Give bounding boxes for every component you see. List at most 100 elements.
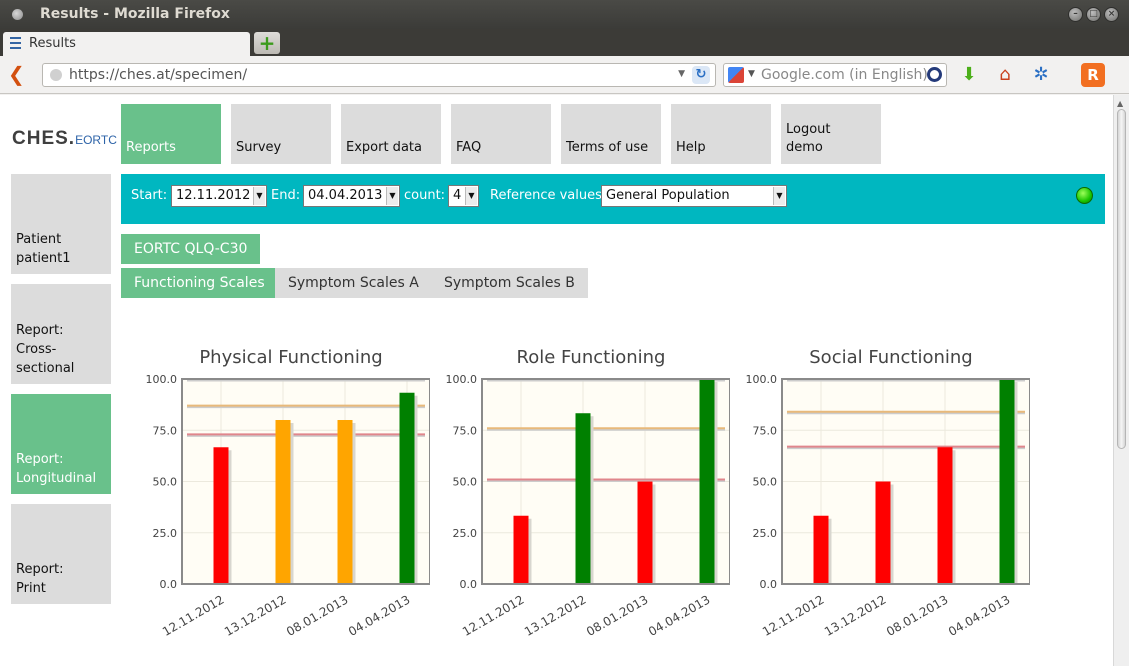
- x-tick-label: 04.04.2013: [946, 592, 1013, 638]
- search-bar[interactable]: ▼ Google.com (in English): [723, 63, 947, 87]
- bar: [399, 392, 415, 584]
- reference-values-value: General Population: [606, 188, 730, 203]
- search-icon[interactable]: [927, 67, 942, 82]
- new-tab-button[interactable]: +: [254, 32, 280, 54]
- end-date-select[interactable]: 04.04.2013 ▼: [303, 185, 400, 207]
- chevron-down-icon: ▼: [465, 187, 477, 205]
- y-tick-label: 0.0: [460, 578, 478, 591]
- home-icon[interactable]: ⌂: [993, 63, 1017, 87]
- x-tick-label: 13.12.2012: [222, 592, 289, 638]
- side-report-longitudinal[interactable]: Report: Longitudinal: [11, 394, 111, 494]
- search-engine-icon[interactable]: [728, 67, 744, 83]
- x-tick-label: 08.01.2013: [884, 592, 951, 638]
- side-print-line1: Report:: [16, 562, 64, 577]
- start-label: Start:: [131, 188, 168, 203]
- y-tick-label: 50.0: [753, 476, 778, 489]
- chevron-down-icon: ▼: [386, 187, 398, 205]
- chevron-down-icon: ▼: [253, 187, 265, 205]
- logo-eortc-text: EORTC: [75, 133, 117, 147]
- y-tick-label: 0.0: [160, 578, 178, 591]
- download-arrow-icon[interactable]: ⬇: [957, 63, 981, 87]
- vertical-scrollbar[interactable]: ▲: [1113, 95, 1129, 666]
- x-tick-label: 04.04.2013: [346, 592, 413, 638]
- addon-r-icon[interactable]: R: [1081, 63, 1105, 87]
- bar: [937, 447, 953, 584]
- network-icon[interactable]: ✲: [1029, 63, 1053, 87]
- bar: [213, 447, 229, 584]
- search-input[interactable]: Google.com (in English): [761, 67, 928, 83]
- count-select[interactable]: 4 ▼: [448, 185, 479, 207]
- x-tick-label: 12.11.2012: [760, 592, 827, 638]
- side-patient-line1: Patient: [16, 232, 62, 247]
- side-patient-line2: patient1: [16, 251, 71, 266]
- count-value: 4: [453, 188, 462, 203]
- scrollbar-thumb[interactable]: [1117, 109, 1126, 449]
- web-page: CHES.EORTC Reports Survey Export data FA…: [0, 95, 1113, 666]
- y-tick-label: 25.0: [453, 527, 478, 540]
- y-tick-label: 25.0: [153, 527, 178, 540]
- tab-functioning-scales[interactable]: Functioning Scales: [121, 268, 278, 298]
- count-label: count:: [404, 188, 446, 203]
- url-bar[interactable]: https://ches.at/specimen/ ▼ ↻: [42, 63, 716, 87]
- y-tick-label: 0.0: [760, 578, 778, 591]
- bar: [337, 420, 353, 584]
- y-tick-label: 50.0: [153, 476, 178, 489]
- nav-terms-of-use[interactable]: Terms of use: [561, 104, 661, 164]
- side-longitudinal-line2: Longitudinal: [16, 471, 97, 486]
- nav-export-data-label: Export data: [346, 140, 422, 155]
- bar: [813, 515, 829, 584]
- tab-symptom-scales-a[interactable]: Symptom Scales A: [275, 268, 432, 298]
- back-arrow-icon[interactable]: ❮: [8, 64, 28, 84]
- bar: [699, 379, 715, 584]
- y-tick-label: 75.0: [153, 424, 178, 437]
- maximize-icon[interactable]: □: [1086, 7, 1101, 22]
- side-cross-line3: sectional: [16, 361, 75, 376]
- nav-reports[interactable]: Reports: [121, 104, 221, 164]
- nav-survey[interactable]: Survey: [231, 104, 331, 164]
- minimize-icon[interactable]: –: [1068, 7, 1083, 22]
- nav-logout[interactable]: Logout demo: [781, 104, 881, 164]
- window-titlebar: Results - Mozilla Firefox – □ ×: [0, 0, 1129, 29]
- tab-symptom-scales-b[interactable]: Symptom Scales B: [431, 268, 588, 298]
- side-cross-label: Report: Cross-sectional: [16, 321, 74, 378]
- url-text[interactable]: https://ches.at/specimen/: [69, 67, 247, 83]
- x-tick-label: 08.01.2013: [284, 592, 351, 638]
- side-cross-line2: Cross-: [16, 342, 57, 357]
- ches-eortc-logo[interactable]: CHES.EORTC: [12, 128, 117, 152]
- chevron-down-icon: ▼: [773, 187, 785, 205]
- nav-survey-label: Survey: [236, 140, 282, 155]
- nav-faq[interactable]: FAQ: [451, 104, 551, 164]
- side-report-cross-sectional[interactable]: Report: Cross-sectional: [11, 284, 111, 384]
- nav-terms-label: Terms of use: [566, 140, 649, 155]
- side-report-print[interactable]: Report: Print: [11, 504, 111, 604]
- bar: [999, 379, 1015, 584]
- nav-faq-label: FAQ: [456, 140, 482, 155]
- filter-bar: Start: 12.11.2012 ▼ End: 04.04.2013 ▼ coun…: [121, 174, 1105, 224]
- nav-logout-label: Logout demo: [786, 121, 831, 157]
- close-icon[interactable]: ×: [1104, 7, 1119, 22]
- x-tick-label: 08.01.2013: [584, 592, 651, 638]
- url-history-dropdown-icon[interactable]: ▼: [678, 69, 685, 79]
- window-menu-icon[interactable]: [12, 9, 23, 20]
- search-engine-dropdown-icon[interactable]: ▼: [748, 69, 755, 79]
- y-tick-label: 25.0: [753, 527, 778, 540]
- nav-export-data[interactable]: Export data: [341, 104, 441, 164]
- x-tick-label: 13.12.2012: [822, 592, 889, 638]
- reload-icon[interactable]: ↻: [692, 66, 710, 84]
- page-list-icon: [10, 37, 21, 50]
- tab-eortc-qlq-c30[interactable]: EORTC QLQ-C30: [121, 234, 261, 264]
- browser-tab-label: Results: [29, 36, 76, 51]
- nav-reports-label: Reports: [126, 140, 176, 155]
- y-tick-label: 75.0: [453, 424, 478, 437]
- bar: [637, 481, 653, 584]
- scroll-up-icon[interactable]: ▲: [1117, 99, 1123, 108]
- start-date-select[interactable]: 12.11.2012 ▼: [171, 185, 267, 207]
- side-patient[interactable]: Patient patient1: [11, 174, 111, 274]
- bar: [275, 420, 291, 584]
- side-longitudinal-line1: Report:: [16, 452, 64, 467]
- reference-values-select[interactable]: General Population ▼: [601, 185, 787, 207]
- browser-tab-results[interactable]: Results: [3, 32, 250, 56]
- nav-help[interactable]: Help: [671, 104, 771, 164]
- y-tick-label: 50.0: [453, 476, 478, 489]
- site-identity-icon[interactable]: [50, 69, 62, 81]
